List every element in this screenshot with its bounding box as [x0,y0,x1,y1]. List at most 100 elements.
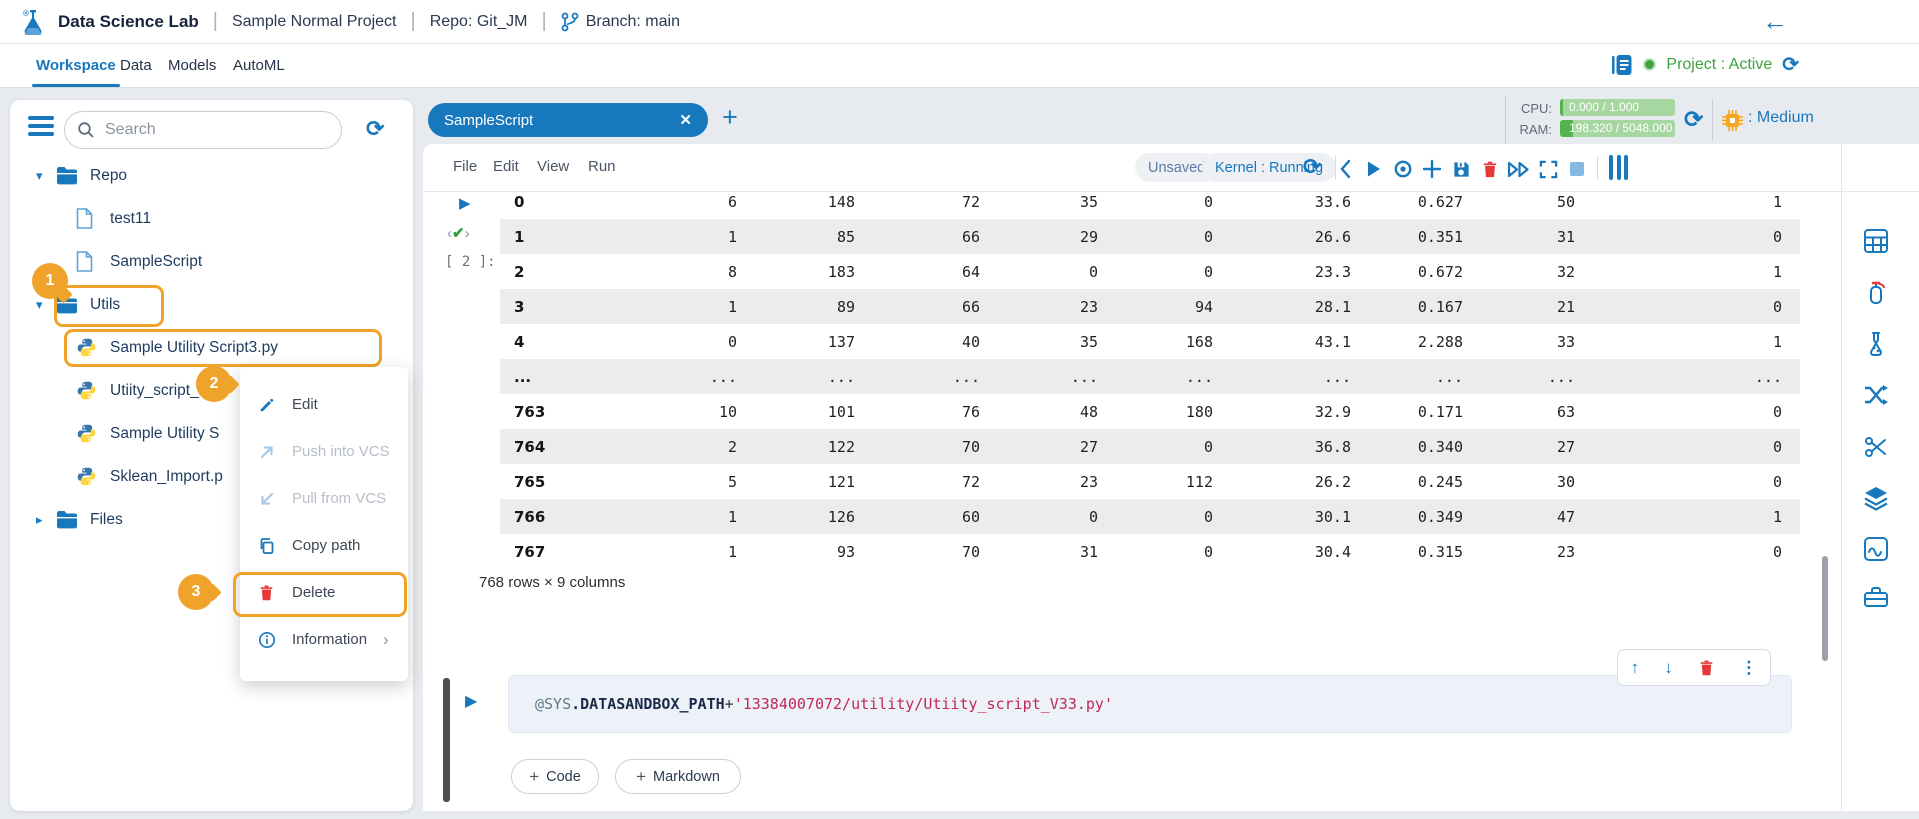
caret-down-icon[interactable]: ▾ [36,297,56,313]
menu-item-label: Push into VCS [292,443,390,460]
tree-item-utils[interactable]: ▾ Utils [10,283,413,326]
cell-value: 76 [873,394,998,429]
delete-icon[interactable] [1477,156,1503,182]
fullscreen-icon[interactable] [1535,156,1561,182]
code-cell[interactable]: @SYS.DATASANDBOX_PATH + '13384007072/uti… [508,675,1792,733]
table-row: 061487235033.60.627501 [500,184,1800,219]
chart-frame-icon[interactable] [1856,529,1896,569]
journal-icon[interactable] [1611,54,1633,76]
tree-item-samplescript[interactable]: SampleScript [10,240,413,283]
menu-view[interactable]: View [537,158,569,175]
move-down-icon[interactable]: ↓ [1664,658,1673,678]
cell-value: 36.8 [1231,429,1369,464]
scissors-icon[interactable] [1856,427,1896,467]
resources-refresh-icon[interactable]: ⟳ [1684,106,1703,133]
ram-label: RAM: [1512,122,1552,137]
nav-tab-data[interactable]: Data [120,57,152,74]
delete-cell-icon[interactable] [1698,659,1715,677]
branch-label: Branch: main [586,13,680,31]
nav-tab-automl[interactable]: AutoML [233,57,285,74]
step-back-icon[interactable] [1332,156,1358,182]
plus-icon: + [636,767,646,787]
main-nav: WorkspaceDataModelsAutoML Project : Acti… [0,44,1919,88]
cell-value: 63 [1481,394,1593,429]
tree-item-test11[interactable]: test11 [10,197,413,240]
context-menu-item-delete[interactable]: Delete [240,569,408,616]
new-tab-icon[interactable]: + [722,102,738,133]
cell-value: 0 [610,324,755,359]
notebook-panel: File Edit View Run Unsaved Kernel : Runn… [423,144,1919,811]
search-input[interactable] [103,120,303,140]
cell-value: 180 [1116,394,1231,429]
cell-value: 70 [873,429,998,464]
project-refresh-icon[interactable]: ⟳ [1782,52,1799,77]
cell-value: 93 [755,534,873,569]
toolbox-icon[interactable] [1856,577,1896,617]
tree-item-label: Files [84,511,123,529]
run-cell-icon[interactable]: ▶ [459,194,471,212]
add-cell-icon[interactable] [1419,156,1445,182]
cell-value: ... [1369,359,1481,394]
app: Data Science Lab | Sample Normal Project… [0,0,1919,819]
dataframe-summary: 768 rows × 9 columns [479,574,625,591]
cell-value: 23 [998,464,1116,499]
cell-value: 1 [1593,184,1800,219]
move-up-icon[interactable]: ↑ [1631,658,1640,678]
row-index: 764 [500,429,610,464]
kernel-refresh-icon[interactable]: ⟳ [1303,154,1321,180]
run-icon[interactable] [1361,156,1387,182]
cell-value: 0.315 [1369,534,1481,569]
menu-icon[interactable] [28,116,54,136]
tab-close-icon[interactable]: ✕ [679,111,692,129]
restart-icon[interactable] [1390,156,1416,182]
menu-run[interactable]: Run [588,158,616,175]
python-icon [76,423,104,444]
cell-value: 8 [610,254,755,289]
save-icon[interactable] [1448,156,1474,182]
context-menu-item-information[interactable]: Information› [240,616,408,663]
cell-value: 26.2 [1231,464,1369,499]
more-icon[interactable]: ⋮ [1740,658,1757,678]
step-badge-3: 3 [178,574,214,610]
machine-size-label[interactable]: : Medium [1748,109,1814,127]
caret-down-icon[interactable]: ▾ [36,168,56,184]
repo-label: Repo: Git_JM [430,13,528,31]
tree-item-repo[interactable]: ▾Repo [10,154,413,197]
back-arrow-icon[interactable]: ← [1762,6,1788,37]
run-code-cell-icon[interactable]: ▶ [465,691,477,711]
pencil-icon [258,396,292,414]
row-index: 767 [500,534,610,569]
context-menu-item-edit[interactable]: Edit [240,381,408,428]
layers-icon[interactable] [1856,478,1896,518]
shuffle-icon[interactable] [1856,375,1896,415]
trash-icon [258,584,292,602]
panel-toggle-icon[interactable] [1609,155,1628,180]
add-markdown-button[interactable]: + Markdown [615,759,741,794]
menu-file[interactable]: File [453,158,477,175]
cell-value: 28.1 [1231,289,1369,324]
menu-item-label: Information [292,631,367,648]
menu-item-label: Copy path [292,537,360,554]
cell-value: 21 [1481,289,1593,324]
nav-tab-workspace[interactable]: Workspace [36,57,116,74]
context-menu-item-copy-path[interactable]: Copy path [240,522,408,569]
tree-item-sample-utility-script3-py[interactable]: Sample Utility Script3.py [10,326,413,369]
cell-value: ... [1116,359,1231,394]
menu-edit[interactable]: Edit [493,158,519,175]
tree-item-label: Sample Utility S [104,425,219,443]
tab-samplescript[interactable]: SampleScript ✕ [428,103,708,137]
nav-tab-models[interactable]: Models [168,57,216,74]
stop-icon[interactable] [1564,156,1590,182]
project-active-dot [1643,58,1656,71]
add-code-button[interactable]: + Code [511,759,599,794]
cell-value: 1 [1593,499,1800,534]
tree-refresh-icon[interactable]: ⟳ [366,116,384,142]
extinguisher-icon[interactable] [1856,272,1896,312]
flask-icon[interactable] [1856,324,1896,364]
cell-value: 72 [873,464,998,499]
tree-item-label: Utils [84,296,120,314]
grid-icon[interactable] [1856,221,1896,261]
caret-right-icon[interactable]: ▸ [36,512,56,528]
scrollbar-thumb[interactable] [1822,556,1828,661]
run-all-icon[interactable] [1506,156,1532,182]
